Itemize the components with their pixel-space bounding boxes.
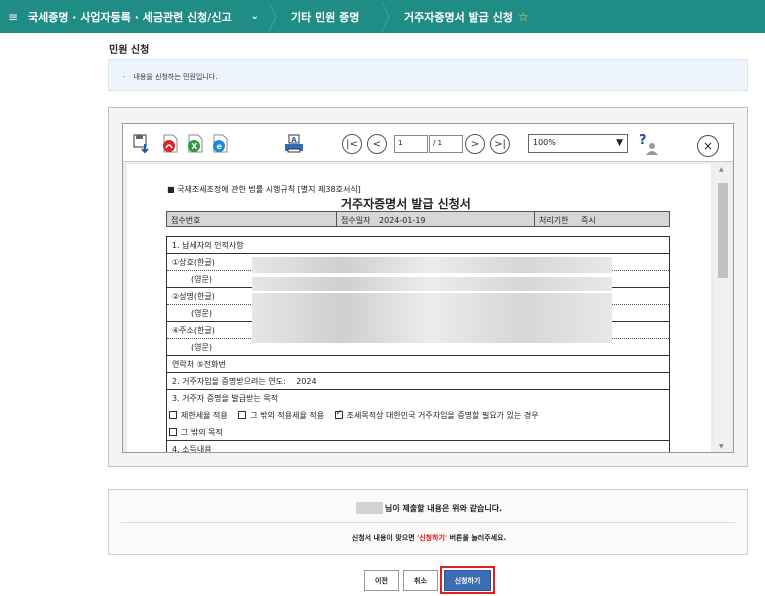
instruction-prefix: 신청서 내용이 맞으면 bbox=[351, 534, 415, 542]
section4-row: 4. 소득내용 bbox=[172, 445, 212, 452]
breadcrumb-level2-label: 기타 민원 증명 bbox=[291, 10, 360, 24]
last-page-button[interactable]: >| bbox=[490, 134, 510, 154]
page-title: 민원 신청 bbox=[109, 45, 150, 56]
chevron-down-icon[interactable]: ⌄ bbox=[251, 11, 259, 22]
report-viewer: X e A |< < 1 / 1 > >| 100% ▼ ? × ■ 국제조세조… bbox=[122, 123, 734, 453]
period-value: 즉시 bbox=[581, 216, 596, 225]
period-label: 처리기한 bbox=[539, 216, 569, 225]
option-label: 조세목적상 대한민국 거주자임을 증명할 필요가 있는 경우 bbox=[346, 411, 539, 420]
form-header-note: ■ 국제조세조정에 관한 법률 시행규칙 [별지 제38호서식] bbox=[167, 185, 361, 194]
confirm-main-text: 님이 제출할 내용은 위와 같습니다. bbox=[384, 504, 503, 513]
receipt-no-label: 접수번호 bbox=[167, 212, 337, 226]
next-page-button[interactable]: > bbox=[465, 134, 485, 154]
breadcrumb-level2[interactable]: 기타 민원 증명 bbox=[277, 0, 382, 33]
zoom-select[interactable]: 100% ▼ bbox=[528, 134, 628, 153]
prev-button[interactable]: 이전 bbox=[364, 570, 399, 591]
breadcrumb-level3-label: 거주자증명서 발급 신청 bbox=[404, 10, 513, 24]
receipt-date-value: 2024-01-19 bbox=[379, 216, 426, 225]
breadcrumb-level1[interactable]: 국세증명 · 사업자등록 · 세금관련 신청/신고 ⌄ bbox=[24, 0, 269, 33]
breadcrumb-level3: 거주자증명서 발급 신청 ☆ bbox=[390, 0, 529, 33]
page-total: / 1 bbox=[429, 135, 463, 153]
document-page: ■ 국제조세조정에 관한 법률 시행규칙 [별지 제38호서식] 거주자증명서 … bbox=[127, 164, 711, 452]
redacted-block bbox=[252, 293, 612, 343]
divider bbox=[121, 522, 735, 523]
contact-row: 연락처 ⑤전화번 bbox=[167, 356, 669, 373]
svg-text:X: X bbox=[191, 142, 198, 151]
receipt-date-cell: 접수일자 2024-01-19 bbox=[337, 212, 535, 226]
page-number-input[interactable]: 1 bbox=[394, 135, 428, 153]
receipt-meta-row: 접수번호 접수일자 2024-01-19 처리기한 즉시 bbox=[166, 211, 670, 227]
form-title: 거주자증명서 발급 신청서 bbox=[341, 197, 471, 211]
section3-row: 3. 거주자 증명을 발급받는 목적 bbox=[172, 394, 279, 403]
breadcrumb-separator bbox=[381, 0, 390, 33]
viewer-container: X e A |< < 1 / 1 > >| 100% ▼ ? × ■ 국제조세조… bbox=[108, 107, 748, 467]
checkbox bbox=[169, 411, 177, 419]
hwp-icon[interactable]: e bbox=[211, 134, 229, 154]
svg-text:e: e bbox=[217, 142, 223, 151]
cancel-button[interactable]: 취소 bbox=[403, 570, 438, 591]
option-label: 제한세율 적용 bbox=[181, 411, 228, 420]
hamburger-menu-icon[interactable]: ≡ bbox=[2, 10, 24, 24]
excel-icon[interactable]: X bbox=[186, 134, 204, 154]
svg-text:?: ? bbox=[639, 133, 647, 148]
viewer-toolbar: X e A |< < 1 / 1 > >| 100% ▼ ? × bbox=[123, 124, 733, 162]
purpose-other-row: 그 밖의 목적 bbox=[167, 424, 669, 441]
checkbox-checked bbox=[334, 408, 343, 419]
receipt-date-label: 접수일자 bbox=[341, 216, 371, 225]
save-icon[interactable] bbox=[133, 134, 151, 154]
section2-label: 2. 거주자임을 증명받으려는 연도: bbox=[172, 377, 286, 386]
close-viewer-button[interactable]: × bbox=[697, 135, 719, 157]
confirm-instruction: 신청서 내용이 맞으면 '신청하기' 버튼을 눌러주세요. bbox=[109, 533, 749, 543]
redacted-block bbox=[252, 277, 612, 291]
option-label: 그 밖의 적용세율 적용 bbox=[250, 411, 325, 420]
option-label: 그 밖의 목적 bbox=[181, 428, 223, 437]
vertical-scrollbar[interactable]: ▲ ▼ bbox=[714, 164, 731, 452]
redacted-name bbox=[355, 502, 383, 514]
section1-row: 1. 납세자의 인적사항 bbox=[167, 237, 669, 254]
zoom-value: 100% bbox=[533, 138, 556, 147]
svg-text:A: A bbox=[291, 136, 297, 144]
bullet-icon: · bbox=[123, 73, 126, 81]
checkbox bbox=[169, 428, 177, 436]
confirm-message: 님이 제출할 내용은 위와 같습니다. bbox=[109, 502, 749, 514]
confirmation-box: 님이 제출할 내용은 위와 같습니다. 신청서 내용이 맞으면 '신청하기' 버… bbox=[108, 489, 748, 555]
apply-button[interactable]: 신청하기 bbox=[444, 570, 491, 591]
prev-page-button[interactable]: < bbox=[367, 134, 387, 154]
pdf-icon[interactable] bbox=[161, 134, 179, 154]
notice-box: · 내용을 신청하는 민원입니다. bbox=[108, 59, 748, 91]
breadcrumb-bar: ≡ 국세증명 · 사업자등록 · 세금관련 신청/신고 ⌄ 기타 민원 증명 거… bbox=[0, 0, 765, 33]
section2-row: 2. 거주자임을 증명받으려는 연도: 2024 bbox=[167, 373, 669, 390]
section2-year: 2024 bbox=[296, 377, 317, 386]
redacted-block bbox=[252, 257, 612, 273]
instruction-highlight: '신청하기' bbox=[417, 534, 448, 542]
checkbox bbox=[238, 411, 247, 419]
notice-text: 내용을 신청하는 민원입니다. bbox=[133, 73, 218, 81]
scroll-up-icon[interactable]: ▲ bbox=[719, 166, 724, 173]
first-page-button[interactable]: |< bbox=[342, 134, 362, 154]
scroll-down-icon[interactable]: ▼ bbox=[719, 443, 724, 450]
period-cell: 처리기한 즉시 bbox=[535, 212, 669, 226]
chevron-down-icon: ▼ bbox=[616, 138, 623, 148]
print-icon[interactable]: A bbox=[283, 134, 305, 154]
favorite-star-icon[interactable]: ☆ bbox=[518, 10, 529, 24]
scrollbar-thumb[interactable] bbox=[718, 183, 728, 278]
instruction-suffix: 버튼을 눌러주세요. bbox=[449, 534, 507, 542]
breadcrumb-separator bbox=[268, 0, 277, 33]
purpose-options-row: 제한세율 적용 그 밖의 적용세율 적용 조세목적상 대한민국 거주자임을 증명… bbox=[167, 407, 669, 424]
help-icon[interactable]: ? bbox=[637, 132, 659, 156]
breadcrumb-level1-label: 국세증명 · 사업자등록 · 세금관련 신청/신고 bbox=[28, 10, 232, 24]
